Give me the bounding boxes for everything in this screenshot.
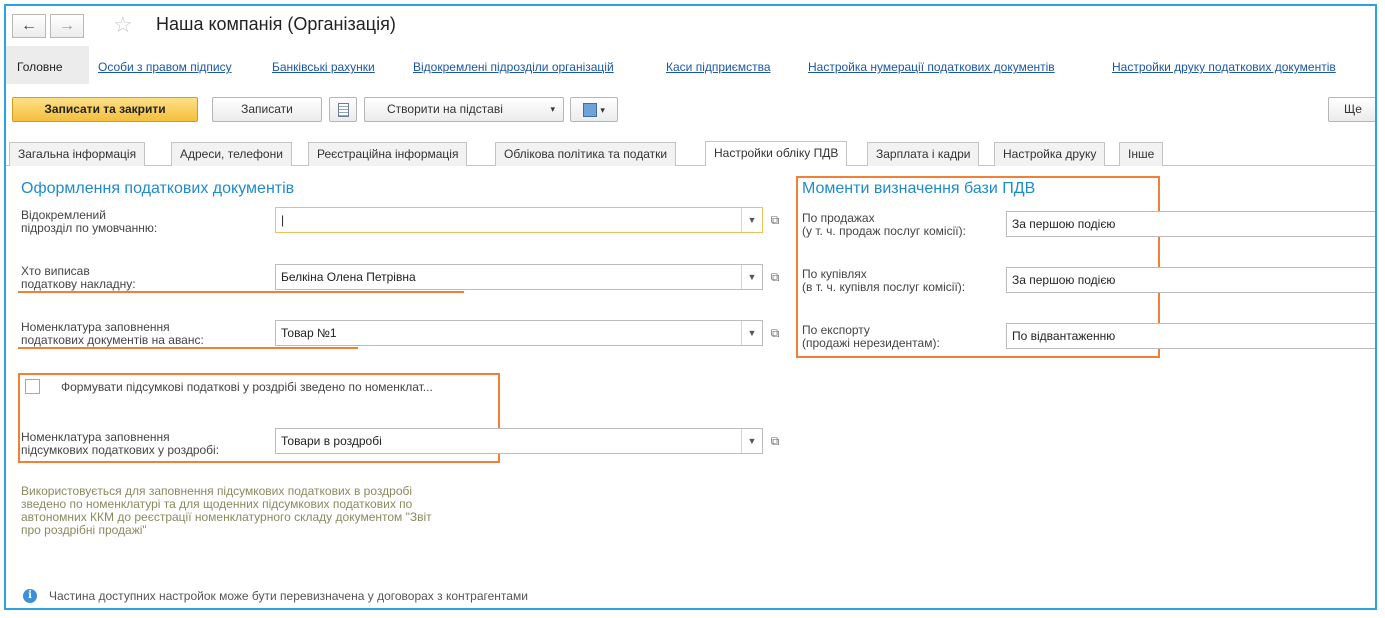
link-subdivisions[interactable]: Відокремлені підрозділи організацій — [413, 60, 614, 74]
print-icon — [583, 102, 598, 117]
open-icon[interactable]: ⧉ — [765, 207, 785, 233]
more-button[interactable]: Ще — [1328, 97, 1375, 122]
tab-accounting-policy[interactable]: Облікова політика та податки — [495, 142, 677, 166]
retail-summary-checkbox[interactable] — [25, 379, 40, 394]
tab-print-settings[interactable]: Настройка друку — [994, 142, 1106, 166]
issuer-input[interactable]: Белкіна Олена Петрівна ▼ — [275, 264, 763, 290]
tab-vat-settings[interactable]: Настройки обліку ПДВ — [705, 141, 848, 166]
document-icon — [337, 102, 349, 117]
retail-summary-checkbox-label[interactable]: Формувати підсумкові податкові у роздріб… — [61, 381, 433, 394]
tab-salary[interactable]: Зарплата і кадри — [867, 142, 980, 166]
window-title: Наша компанія (Організація) — [156, 14, 396, 34]
field-label: податкових документів на аванс: — [21, 333, 204, 347]
open-icon[interactable]: ⧉ — [765, 320, 785, 346]
save-button[interactable]: Записати — [212, 97, 322, 122]
field-label: податкову накладну: — [21, 277, 136, 291]
retail-nomenclature-input[interactable]: Товари в роздробі ▼ — [275, 428, 763, 454]
sales-moment-input[interactable]: За першою подією — [1006, 211, 1375, 237]
tab-addresses[interactable]: Адреси, телефони — [171, 142, 292, 166]
form-window: ← → ☆ Наша компанія (Організація) Головн… — [4, 4, 1377, 610]
back-button[interactable]: ← — [12, 14, 46, 38]
print-menu-button[interactable]: ▾ — [570, 97, 618, 122]
open-icon[interactable]: ⧉ — [765, 264, 785, 290]
link-tax-print[interactable]: Настройки друку податкових документів — [1112, 60, 1336, 74]
highlight-underline — [18, 291, 464, 293]
link-signers[interactable]: Особи з правом підпису — [98, 60, 232, 74]
forward-button[interactable]: → — [50, 14, 84, 38]
advance-nomenclature-input[interactable]: Товар №1 ▼ — [275, 320, 763, 346]
field-label: (продажі нерезидентам): — [802, 336, 940, 350]
link-cash-desks[interactable]: Каси підприємства — [666, 60, 771, 74]
chevron-down-icon[interactable]: ▼ — [741, 429, 762, 453]
link-main[interactable]: Головне — [17, 60, 63, 74]
chevron-down-icon[interactable]: ▼ — [741, 321, 762, 345]
star-icon[interactable]: ☆ — [113, 12, 133, 38]
info-icon: i — [23, 589, 37, 603]
arrow-left-icon: ← — [21, 17, 37, 34]
create-based-label: Створити на підставі — [387, 102, 503, 116]
subdivision-input[interactable]: | ▼ — [275, 207, 763, 233]
field-label: (в т. ч. купівля послуг комісії): — [802, 280, 966, 294]
subdivision-value: | — [281, 213, 285, 227]
footer-info-text: Частина доступних настройок може бути пе… — [49, 589, 528, 603]
purchases-moment-input[interactable]: За першою подією — [1006, 267, 1375, 293]
field-label: підрозділ по умовчанню: — [21, 221, 158, 235]
right-section-title: Моменти визначення бази ПДВ — [802, 180, 1036, 197]
link-bank-accounts[interactable]: Банківські рахунки — [272, 60, 375, 74]
advance-nomenclature-value: Товар №1 — [281, 326, 337, 340]
link-tax-numbering[interactable]: Настройка нумерації податкових документі… — [808, 60, 1055, 74]
chevron-down-icon[interactable]: ▼ — [741, 265, 762, 289]
chevron-down-icon: ▾ — [600, 105, 605, 115]
highlight-underline — [18, 347, 358, 349]
issuer-value: Белкіна Олена Петрівна — [281, 270, 416, 284]
help-note-line: про роздрібні продажі" — [21, 523, 147, 537]
tab-other[interactable]: Інше — [1119, 142, 1164, 166]
left-section-title: Оформлення податкових документів — [21, 180, 295, 197]
document-icon-button[interactable] — [329, 97, 357, 122]
save-close-button[interactable]: Записати та закрити — [12, 97, 198, 122]
field-label: (у т. ч. продаж послуг комісії): — [802, 224, 966, 238]
open-icon[interactable]: ⧉ — [765, 428, 785, 454]
create-based-button[interactable]: Створити на підставі ▾ — [364, 97, 564, 122]
export-moment-input[interactable]: По відвантаженню — [1006, 323, 1375, 349]
tab-general[interactable]: Загальна інформація — [9, 142, 146, 166]
tab-registration[interactable]: Реєстраційна інформація — [308, 142, 468, 166]
chevron-down-icon: ▾ — [550, 104, 555, 114]
retail-nomenclature-value: Товари в роздробі — [281, 434, 382, 448]
arrow-right-icon: → — [59, 17, 75, 34]
field-label: підсумкових податкових у роздробі: — [21, 443, 220, 457]
chevron-down-icon[interactable]: ▼ — [741, 208, 762, 232]
